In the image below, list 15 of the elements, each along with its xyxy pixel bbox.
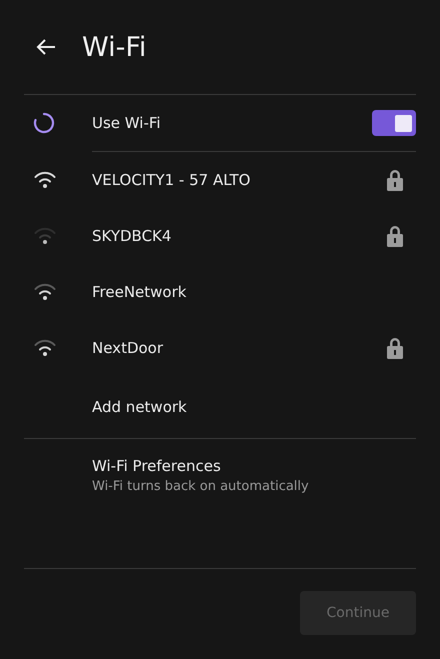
loading-spinner-icon: [33, 112, 55, 134]
preferences-title[interactable]: Wi-Fi Preferences: [92, 457, 416, 475]
network-name[interactable]: FreeNetwork: [92, 283, 416, 301]
add-network-link[interactable]: Add network: [92, 398, 416, 416]
lock-icon: [386, 169, 404, 191]
lock-icon: [386, 225, 404, 247]
page-title: Wi-Fi: [82, 32, 146, 62]
network-name[interactable]: SKYDBCK4: [92, 227, 386, 245]
back-arrow-icon[interactable]: [36, 38, 56, 56]
network-name[interactable]: VELOCITY1 - 57 ALTO: [92, 171, 386, 189]
preferences-subtitle: Wi-Fi turns back on automatically: [92, 479, 310, 494]
toggle-label: Use Wi-Fi: [92, 114, 162, 132]
network-name[interactable]: NextDoor: [92, 339, 386, 357]
wifi-switch[interactable]: [372, 110, 416, 136]
lock-icon: [386, 337, 404, 359]
